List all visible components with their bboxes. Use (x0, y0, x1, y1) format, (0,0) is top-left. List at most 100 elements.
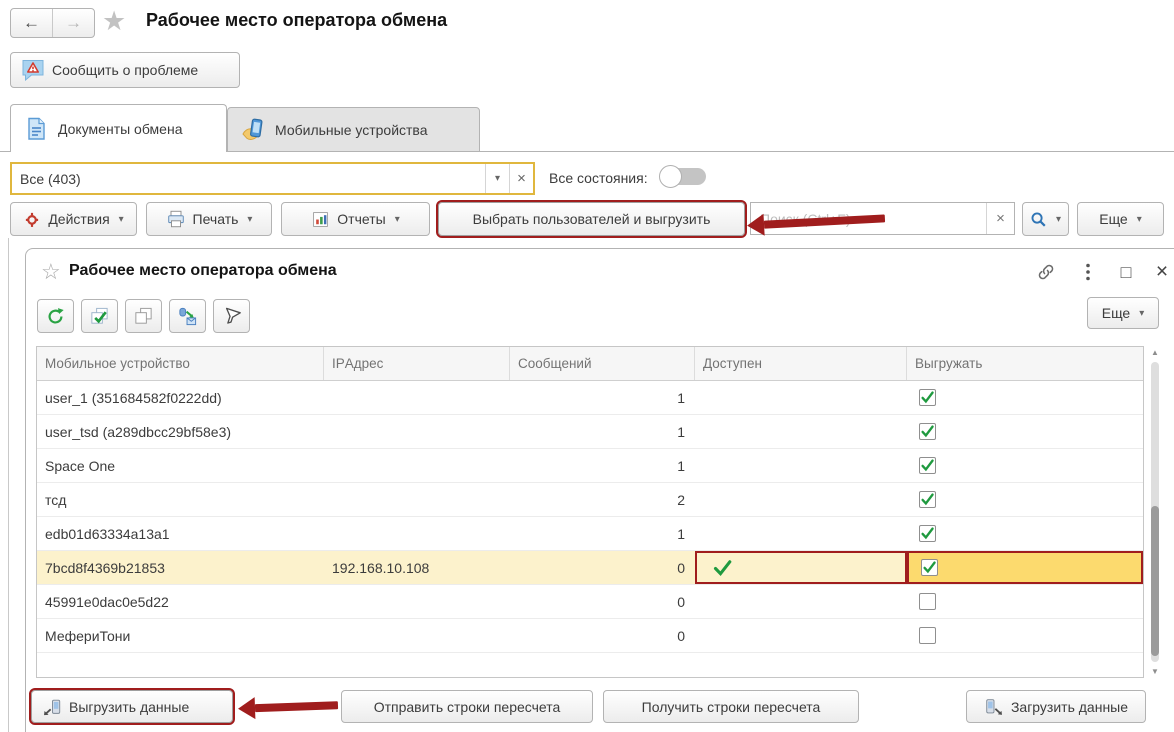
arrow-head (747, 214, 765, 237)
devices-table: Мобильное устройство IPАдрес Сообщений Д… (36, 346, 1144, 678)
document-filter-combobox[interactable]: ▾ × (10, 162, 535, 195)
cell-available (695, 483, 907, 516)
export-data-icon (177, 306, 198, 327)
cell-messages: 1 (510, 517, 695, 550)
col-header-available[interactable]: Доступен (695, 347, 907, 380)
actions-button[interactable]: Действия ▾ (10, 202, 137, 236)
cell-device: user_tsd (a289dbcc29bf58e3) (37, 415, 324, 448)
close-icon: × (1156, 260, 1168, 284)
table-row[interactable]: 45991e0dac0e5d22 0 (37, 585, 1143, 619)
export-messages-button[interactable] (169, 299, 206, 333)
link-button[interactable] (1035, 261, 1057, 283)
table-row[interactable]: тсд 2 (37, 483, 1143, 517)
search-button[interactable]: ▾ (1022, 202, 1069, 236)
table-row[interactable]: Space One 1 (37, 449, 1143, 483)
cell-available (695, 517, 907, 550)
close-button[interactable]: × (1151, 261, 1173, 283)
kebab-menu-icon (1086, 263, 1090, 281)
load-data-label: Загрузить данные (1011, 699, 1128, 715)
cell-upload (907, 449, 1143, 482)
back-arrow-icon: ← (23, 13, 40, 33)
print-button[interactable]: Печать ▾ (146, 202, 272, 236)
upload-data-button[interactable]: Выгрузить данные (31, 690, 233, 723)
maximize-button[interactable]: □ (1115, 261, 1137, 283)
tab-mobile-devices[interactable]: Мобильные устройства (227, 107, 480, 152)
magnifier-icon (1030, 211, 1047, 228)
upload-checkbox[interactable] (919, 593, 936, 610)
combo-clear-icon[interactable]: × (509, 164, 533, 193)
send-recount-rows-button[interactable]: Отправить строки пересчета (341, 690, 593, 723)
load-data-button[interactable]: Загрузить данные (966, 690, 1146, 723)
cell-messages: 0 (510, 551, 695, 584)
cell-device: 45991e0dac0e5d22 (37, 585, 324, 618)
cell-available (695, 415, 907, 448)
cell-ip (324, 585, 510, 618)
col-header-device[interactable]: Мобильное устройство (37, 347, 324, 380)
scrollbar-thumb[interactable] (1151, 506, 1159, 656)
table-row[interactable]: edb01d63334a13a1 1 (37, 517, 1143, 551)
tab-exchange-documents[interactable]: Документы обмена (10, 104, 227, 152)
cell-ip (324, 619, 510, 652)
cell-ip (324, 483, 510, 516)
col-header-upload[interactable]: Выгружать (907, 347, 1143, 380)
cell-upload (907, 483, 1143, 516)
favorite-star-icon[interactable]: ★ (102, 6, 126, 37)
cell-upload (907, 585, 1143, 618)
search-clear-icon[interactable]: × (986, 203, 1014, 234)
table-row[interactable]: user_tsd (a289dbcc29bf58e3) 1 (37, 415, 1143, 449)
cell-ip (324, 517, 510, 550)
select-users-upload-button[interactable]: Выбрать пользователей и выгрузить (438, 202, 745, 236)
all-states-toggle[interactable] (659, 165, 706, 188)
receive-recount-rows-button[interactable]: Получить строки пересчета (603, 690, 859, 723)
upload-checkbox[interactable] (919, 389, 936, 406)
upload-checkbox[interactable] (921, 559, 938, 576)
window-favorite-star-icon[interactable]: ☆ (41, 259, 61, 285)
col-header-ip[interactable]: IPАдрес (324, 347, 510, 380)
scroll-down-icon[interactable]: ▼ (1148, 667, 1162, 676)
cell-upload (907, 415, 1143, 448)
uncheck-all-button[interactable] (125, 299, 162, 333)
cell-upload (907, 517, 1143, 550)
scroll-up-icon[interactable]: ▲ (1148, 348, 1162, 357)
back-button[interactable]: ← (11, 9, 53, 37)
more-button-window[interactable]: Еще ▾ (1087, 297, 1159, 329)
toggle-knob (659, 165, 682, 188)
combo-dropdown-icon[interactable]: ▾ (485, 164, 509, 193)
cell-ip (324, 449, 510, 482)
dropdown-caret-icon: ▾ (395, 214, 400, 225)
upload-checkbox[interactable] (919, 423, 936, 440)
forward-button[interactable]: → (53, 9, 94, 37)
annotation-arrow-upload-data (238, 692, 339, 721)
checkbox-check-icon (921, 527, 934, 540)
arrow-shaft (255, 701, 338, 712)
report-problem-button[interactable]: Сообщить о проблеме (10, 52, 240, 88)
table-row[interactable]: МефериТони 0 (37, 619, 1143, 653)
checkbox-check-icon (921, 425, 934, 438)
cell-upload (907, 551, 1143, 584)
check-all-button[interactable] (81, 299, 118, 333)
filter-value-input[interactable] (12, 171, 485, 187)
forward-arrow-icon: → (65, 13, 82, 33)
table-row[interactable]: user_1 (351684582f0222dd) 1 (37, 381, 1143, 415)
checkbox-check-icon (923, 561, 936, 574)
cell-messages: 1 (510, 449, 695, 482)
col-header-messages[interactable]: Сообщений (510, 347, 695, 380)
more-button-top[interactable]: Еще ▾ (1077, 202, 1164, 236)
upload-checkbox[interactable] (919, 525, 936, 542)
filter-button[interactable] (213, 299, 250, 333)
upload-data-label: Выгрузить данные (69, 699, 189, 715)
cell-device: МефериТони (37, 619, 324, 652)
printer-icon (166, 209, 186, 229)
window-menu-button[interactable] (1077, 261, 1099, 283)
upload-checkbox[interactable] (919, 627, 936, 644)
table-row[interactable]: 7bcd8f4369b21853 192.168.10.108 0 (37, 551, 1143, 585)
upload-checkbox[interactable] (919, 457, 936, 474)
tab-label: Документы обмена (58, 121, 182, 137)
reports-button[interactable]: Отчеты ▾ (281, 202, 430, 236)
refresh-button[interactable] (37, 299, 74, 333)
upload-checkbox[interactable] (919, 491, 936, 508)
table-scrollbar[interactable]: ▲ ▼ (1148, 346, 1162, 678)
reports-label: Отчеты (337, 211, 385, 227)
dropdown-caret-icon: ▾ (1056, 214, 1061, 225)
cell-device: Space One (37, 449, 324, 482)
